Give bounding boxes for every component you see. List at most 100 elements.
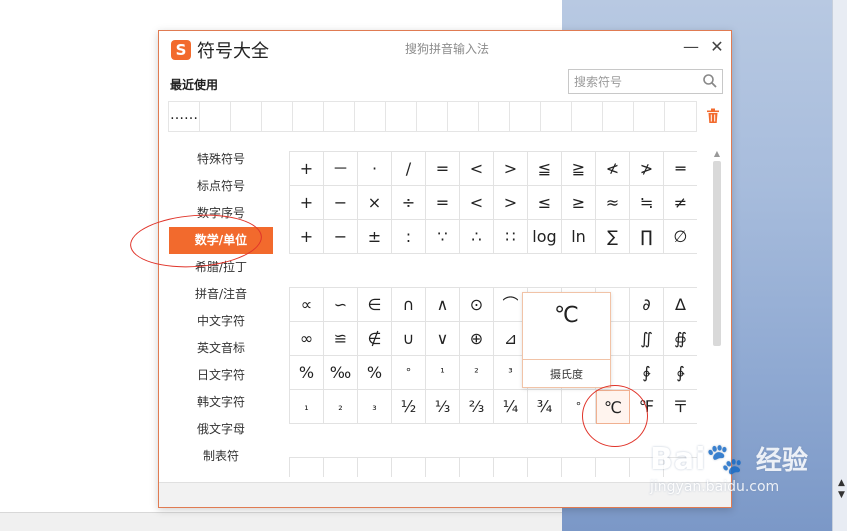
- recent-symbol-cell[interactable]: [293, 102, 324, 131]
- symbol-cell[interactable]: ∨: [426, 322, 460, 356]
- symbol-cell[interactable]: ∈: [358, 288, 392, 322]
- symbol-cell[interactable]: %: [358, 356, 392, 390]
- symbol-cell[interactable]: ∆: [664, 288, 697, 322]
- symbol-cell[interactable]: ₁: [290, 390, 324, 424]
- symbol-cell[interactable]: ∲: [630, 356, 664, 390]
- sidebar-item[interactable]: 韩文字符: [169, 389, 273, 416]
- recent-symbol-cell[interactable]: [510, 102, 541, 131]
- recent-symbol-cell[interactable]: [572, 102, 603, 131]
- symbol-cell[interactable]: ∧: [426, 288, 460, 322]
- symbol-cell[interactable]: −: [324, 220, 358, 254]
- recent-symbol-cell[interactable]: [448, 102, 479, 131]
- recent-symbol-cell[interactable]: [262, 102, 293, 131]
- symbol-cell[interactable]: ∪: [392, 322, 426, 356]
- symbol-cell[interactable]: [528, 458, 562, 477]
- symbol-cell[interactable]: ∉: [358, 322, 392, 356]
- symbol-cell[interactable]: [562, 458, 596, 477]
- symbol-cell[interactable]: ·: [358, 152, 392, 186]
- symbol-cell[interactable]: ∷: [494, 220, 528, 254]
- symbol-cell[interactable]: ∴: [460, 220, 494, 254]
- symbol-cell[interactable]: ×: [358, 186, 392, 220]
- symbol-cell[interactable]: ═: [664, 152, 697, 186]
- symbol-cell[interactable]: ¹: [426, 356, 460, 390]
- dialog-titlebar[interactable]: S 符号大全 搜狗拼音输入法 — ✕: [159, 31, 731, 65]
- recent-symbol-cell[interactable]: [355, 102, 386, 131]
- symbol-cell[interactable]: [596, 458, 630, 477]
- symbol-cell[interactable]: >: [494, 152, 528, 186]
- symbol-cell[interactable]: °: [392, 356, 426, 390]
- recent-symbol-cell[interactable]: [386, 102, 417, 131]
- symbol-cell[interactable]: ≥: [562, 186, 596, 220]
- symbol-cell[interactable]: ≌: [324, 322, 358, 356]
- symbol-cell[interactable]: ÷: [392, 186, 426, 220]
- sidebar-item[interactable]: 制表符: [169, 443, 273, 470]
- symbol-cell[interactable]: <: [460, 186, 494, 220]
- symbol-cell[interactable]: ∳: [664, 356, 697, 390]
- symbol-cell[interactable]: ≈: [596, 186, 630, 220]
- symbol-cell[interactable]: >: [494, 186, 528, 220]
- symbol-cell[interactable]: :: [392, 220, 426, 254]
- symbol-cell[interactable]: ln: [562, 220, 596, 254]
- recent-symbol-cell[interactable]: [541, 102, 572, 131]
- minimize-button[interactable]: —: [681, 37, 701, 57]
- symbol-cell[interactable]: ∅: [664, 220, 697, 254]
- symbol-cell[interactable]: ∵: [426, 220, 460, 254]
- symbol-cell[interactable]: +: [290, 152, 324, 186]
- symbol-cell[interactable]: ∬: [630, 322, 664, 356]
- symbol-cell[interactable]: ∽: [324, 288, 358, 322]
- symbol-cell[interactable]: −: [324, 186, 358, 220]
- symbol-cell[interactable]: ¼: [494, 390, 528, 424]
- symbol-cell[interactable]: ⊕: [460, 322, 494, 356]
- symbol-cell[interactable]: [392, 458, 426, 477]
- sidebar-item[interactable]: 日文字符: [169, 362, 273, 389]
- symbol-cell[interactable]: ∑: [596, 220, 630, 254]
- symbol-cell[interactable]: [358, 458, 392, 477]
- scroll-up-icon[interactable]: ▲: [711, 149, 723, 159]
- symbol-cell[interactable]: ¾: [528, 390, 562, 424]
- symbol-cell[interactable]: ±: [358, 220, 392, 254]
- symbol-cell[interactable]: [324, 458, 358, 477]
- sidebar-item[interactable]: 俄文字母: [169, 416, 273, 443]
- symbol-cell[interactable]: [494, 458, 528, 477]
- symbol-cell[interactable]: ₃: [358, 390, 392, 424]
- symbol-cell[interactable]: ≒: [630, 186, 664, 220]
- symbol-cell[interactable]: ≮: [596, 152, 630, 186]
- symbol-cell[interactable]: ²: [460, 356, 494, 390]
- recent-symbol-cell[interactable]: [231, 102, 262, 131]
- recent-symbol-cell[interactable]: [665, 102, 696, 131]
- symbol-cell[interactable]: [426, 458, 460, 477]
- symbol-cell[interactable]: ∝: [290, 288, 324, 322]
- symbol-cell[interactable]: %: [290, 356, 324, 390]
- symbol-cell[interactable]: ⊙: [460, 288, 494, 322]
- recent-symbol-cell[interactable]: ……: [169, 102, 200, 131]
- recent-symbol-cell[interactable]: [324, 102, 355, 131]
- symbol-cell[interactable]: ≠: [664, 186, 697, 220]
- symbol-cell[interactable]: ∂: [630, 288, 664, 322]
- recent-symbol-cell[interactable]: [200, 102, 231, 131]
- symbol-cell[interactable]: ∯: [664, 322, 697, 356]
- symbol-cell[interactable]: ≯: [630, 152, 664, 186]
- symbol-cell[interactable]: ₂: [324, 390, 358, 424]
- symbol-cell[interactable]: ≤: [528, 186, 562, 220]
- symbol-cell[interactable]: ‰: [324, 356, 358, 390]
- close-button[interactable]: ✕: [707, 37, 727, 57]
- search-icon[interactable]: [702, 73, 718, 89]
- sidebar-item[interactable]: 特殊符号: [169, 146, 273, 173]
- trash-icon[interactable]: [706, 108, 720, 124]
- symbol-cell[interactable]: <: [460, 152, 494, 186]
- symbol-cell[interactable]: 〒: [664, 390, 697, 424]
- sidebar-item[interactable]: 标点符号: [169, 173, 273, 200]
- symbol-cell[interactable]: /: [392, 152, 426, 186]
- symbol-cell[interactable]: +: [290, 220, 324, 254]
- recent-symbol-cell[interactable]: [417, 102, 448, 131]
- sidebar-item[interactable]: 英文音标: [169, 335, 273, 362]
- symbol-cell[interactable]: ½: [392, 390, 426, 424]
- symbol-cell[interactable]: ∞: [290, 322, 324, 356]
- symbol-cell[interactable]: +: [290, 186, 324, 220]
- search-box[interactable]: [568, 69, 723, 94]
- recent-symbol-cell[interactable]: [603, 102, 634, 131]
- symbol-cell[interactable]: log: [528, 220, 562, 254]
- symbol-cell[interactable]: =: [426, 152, 460, 186]
- recent-symbol-cell[interactable]: [479, 102, 510, 131]
- sidebar-item[interactable]: 拼音/注音: [169, 281, 273, 308]
